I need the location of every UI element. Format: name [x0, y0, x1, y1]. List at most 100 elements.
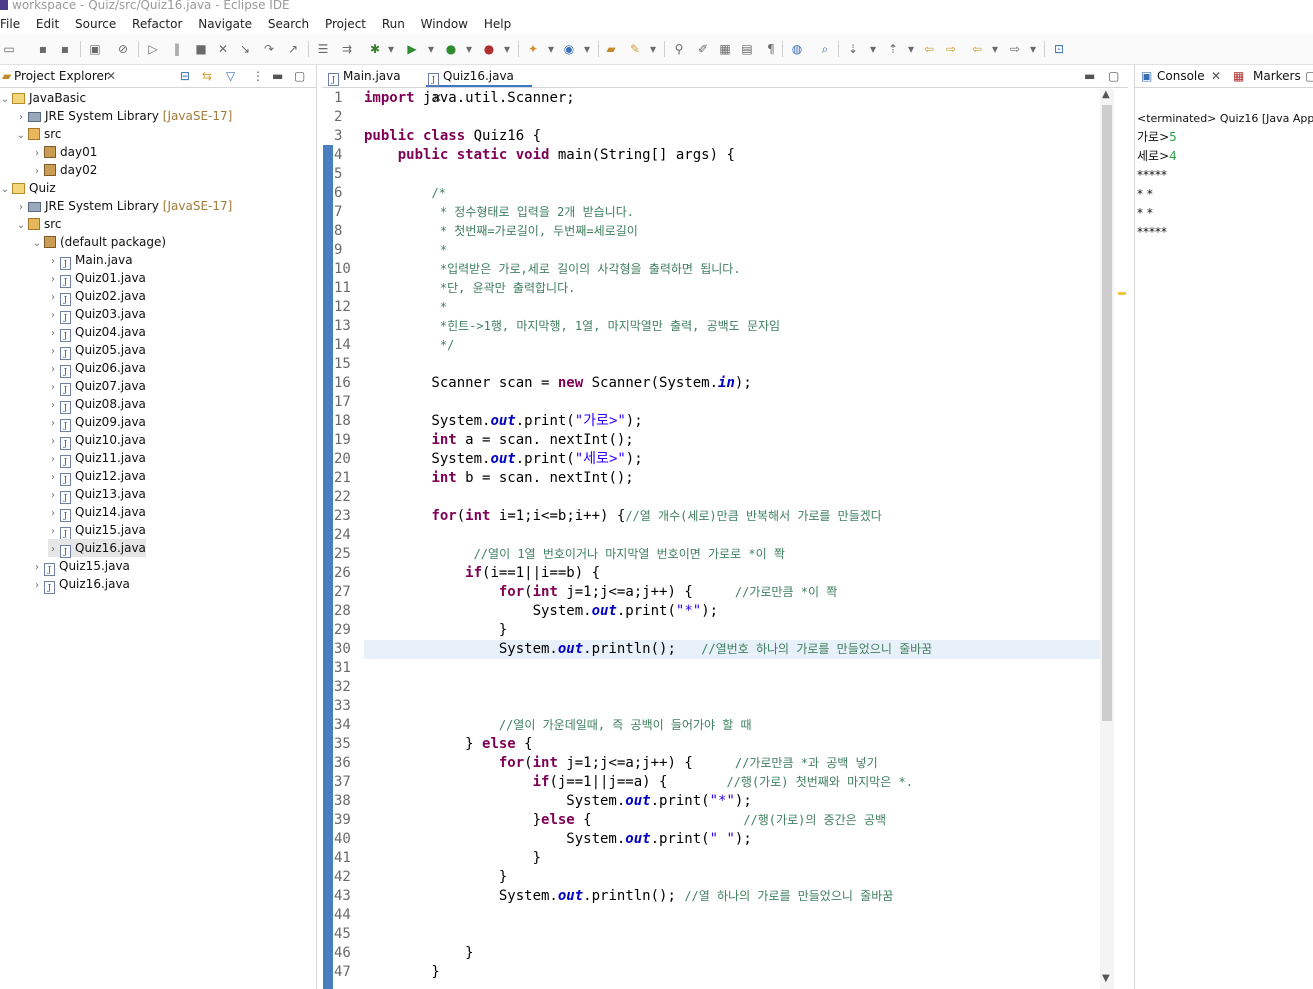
tree-item[interactable]: › J Quiz05.java: [48, 341, 146, 360]
tree-item[interactable]: › J Quiz16.java: [48, 539, 146, 558]
toggle-block-selection-icon[interactable]: ▦: [718, 42, 732, 56]
code-line[interactable]: * 첫번째=가로길이, 두번째=세로길이: [364, 222, 1100, 241]
open-type-icon[interactable]: ▰: [604, 42, 618, 56]
tree-item[interactable]: › JRE System Library [JavaSE-17]: [16, 107, 232, 125]
chevron-down-icon[interactable]: ⌄: [0, 181, 10, 199]
view-menu-icon[interactable]: ⋮: [252, 65, 264, 87]
view-icon[interactable]: ▢: [1305, 65, 1313, 87]
step-return-icon[interactable]: ↗: [286, 42, 300, 56]
code-line[interactable]: }: [364, 963, 1100, 982]
menu-file[interactable]: File: [0, 14, 20, 34]
chevron-down-icon[interactable]: ⌄: [16, 217, 26, 235]
code-line[interactable]: System.out.print("*");: [364, 602, 1100, 621]
code-line[interactable]: *: [364, 241, 1100, 260]
code-line[interactable]: *힌트->1행, 마지막행, 1열, 마지막열만 출력, 공백도 문자임: [364, 317, 1100, 336]
chevron-down-icon[interactable]: ▾: [904, 42, 918, 56]
drop-to-frame-icon[interactable]: ☰: [316, 42, 330, 56]
code-line[interactable]: for(int i=1;i<=b;i++) {//열 개수(세로)만큼 반복해서…: [364, 507, 1100, 526]
menu-search[interactable]: Search: [268, 14, 309, 34]
chevron-down-icon[interactable]: ▾: [462, 42, 476, 56]
code-line[interactable]: [364, 526, 1100, 545]
chevron-down-icon[interactable]: ▼: [1102, 973, 1110, 984]
new-icon[interactable]: ▭: [2, 42, 16, 56]
chevron-down-icon[interactable]: ⌄: [0, 91, 10, 109]
step-into-icon[interactable]: ↘: [238, 42, 252, 56]
menu-source[interactable]: Source: [75, 14, 116, 34]
toggle-word-wrap-icon[interactable]: ✐: [696, 42, 710, 56]
suspend-icon[interactable]: ‖: [170, 42, 184, 56]
tree-item[interactable]: › J Quiz04.java: [48, 323, 146, 342]
chevron-down-icon[interactable]: ▾: [866, 42, 880, 56]
next-annotation-icon[interactable]: ⇣: [846, 42, 860, 56]
code-line[interactable]: public static void main(String[] args) {: [364, 146, 1100, 165]
tree-item[interactable]: › J Quiz15.java: [48, 521, 146, 540]
tree-item[interactable]: › J Quiz03.java: [48, 305, 146, 324]
code-line[interactable]: //열이 1열 번호이거나 마지막열 번호이면 가로로 *이 쫙: [364, 545, 1100, 564]
code-line[interactable]: System.out.print("세로>");: [364, 450, 1100, 469]
maximize-icon[interactable]: ▢: [1108, 65, 1119, 87]
chevron-down-icon[interactable]: ▾: [646, 42, 660, 56]
chevron-down-icon[interactable]: ▾: [988, 42, 1002, 56]
code-line[interactable]: System.out.println(); //열번호 하나의 가로를 만들었으…: [364, 640, 1100, 659]
code-line[interactable]: Scanner scan = new Scanner(System.in);: [364, 374, 1100, 393]
menu-refactor[interactable]: Refactor: [132, 14, 182, 34]
code-line[interactable]: [364, 393, 1100, 412]
code-line[interactable]: } else {: [364, 735, 1100, 754]
code-line[interactable]: [364, 659, 1100, 678]
debug-icon[interactable]: ✱: [368, 42, 382, 56]
minimize-icon[interactable]: ▬: [1084, 65, 1095, 87]
code-line[interactable]: System.out.print(" ");: [364, 830, 1100, 849]
code-line[interactable]: [364, 355, 1100, 374]
chevron-down-icon[interactable]: ⌄: [32, 235, 42, 253]
forward-icon[interactable]: ⇨: [1008, 42, 1022, 56]
new-java-class-icon[interactable]: ◉: [562, 42, 576, 56]
resume-icon[interactable]: ▷: [146, 42, 160, 56]
menu-window[interactable]: Window: [421, 14, 468, 34]
code-line[interactable]: }else { //행(가로)의 중간은 공백: [364, 811, 1100, 830]
console-view-icon[interactable]: ▣: [88, 42, 102, 56]
tree-item[interactable]: › day01: [32, 143, 97, 161]
tree-item[interactable]: › J Quiz16.java: [32, 575, 130, 594]
chevron-down-icon[interactable]: ▾: [424, 42, 438, 56]
code-line[interactable]: }: [364, 849, 1100, 868]
menu-project[interactable]: Project: [325, 14, 366, 34]
chevron-down-icon[interactable]: ▾: [580, 42, 594, 56]
code-line[interactable]: System.out.println(); //열 하나의 가로를 만들었으니 …: [364, 887, 1100, 906]
coverage-icon[interactable]: ●: [444, 42, 458, 56]
tab-console[interactable]: Console: [1157, 65, 1205, 87]
open-perspective-icon[interactable]: ⊡: [1052, 42, 1066, 56]
code-line[interactable]: /*: [364, 184, 1100, 203]
code-line[interactable]: }: [364, 868, 1100, 887]
code-area[interactable]: import java.util.Scanner; public class Qu…: [364, 89, 1100, 989]
code-line[interactable]: [364, 165, 1100, 184]
chevron-down-icon[interactable]: ▾: [500, 42, 514, 56]
tree-item[interactable]: › J Quiz06.java: [48, 359, 146, 378]
code-line[interactable]: * 정수형태로 입력을 2개 받습니다.: [364, 203, 1100, 222]
step-over-icon[interactable]: ↷: [262, 42, 276, 56]
new-java-project-icon[interactable]: ✦: [526, 42, 540, 56]
use-step-filters-icon[interactable]: ⇉: [340, 42, 354, 56]
save-all-icon[interactable]: ▪: [58, 42, 72, 56]
tree-item[interactable]: › J Quiz07.java: [48, 377, 146, 396]
code-line[interactable]: //열이 가운데일때, 즉 공백이 들어가야 할 때: [364, 716, 1100, 735]
close-icon[interactable]: ✕: [106, 65, 116, 87]
disconnect-icon[interactable]: ✕: [216, 42, 230, 56]
tree-item[interactable]: › JRE System Library [JavaSE-17]: [16, 197, 232, 215]
tree-item[interactable]: › J Quiz13.java: [48, 485, 146, 504]
code-line[interactable]: for(int j=1;j<=a;j++) { //가로만큼 *이 쫙: [364, 583, 1100, 602]
search-icon[interactable]: ⌕: [818, 42, 832, 56]
tree-item[interactable]: › J Quiz12.java: [48, 467, 146, 486]
pin-editor-icon[interactable]: ⇨: [944, 42, 958, 56]
code-line[interactable]: [364, 906, 1100, 925]
code-line[interactable]: int a = scan. nextInt();: [364, 431, 1100, 450]
project-explorer-tab[interactable]: Project Explorer: [14, 65, 109, 87]
pilcrow-icon[interactable]: ¶: [764, 42, 778, 56]
vertical-scrollbar[interactable]: ▲ ▼: [1100, 89, 1114, 989]
code-line[interactable]: [364, 488, 1100, 507]
tree-item[interactable]: ⌄ (default package): [32, 233, 166, 251]
tab-markers[interactable]: Markers: [1253, 65, 1301, 87]
skip-breakpoints-icon[interactable]: ⊘: [116, 42, 130, 56]
search-icon[interactable]: ✎: [628, 42, 642, 56]
previous-annotation-icon[interactable]: ⇡: [886, 42, 900, 56]
tree-item[interactable]: ⌄ JavaBasic: [0, 89, 86, 107]
